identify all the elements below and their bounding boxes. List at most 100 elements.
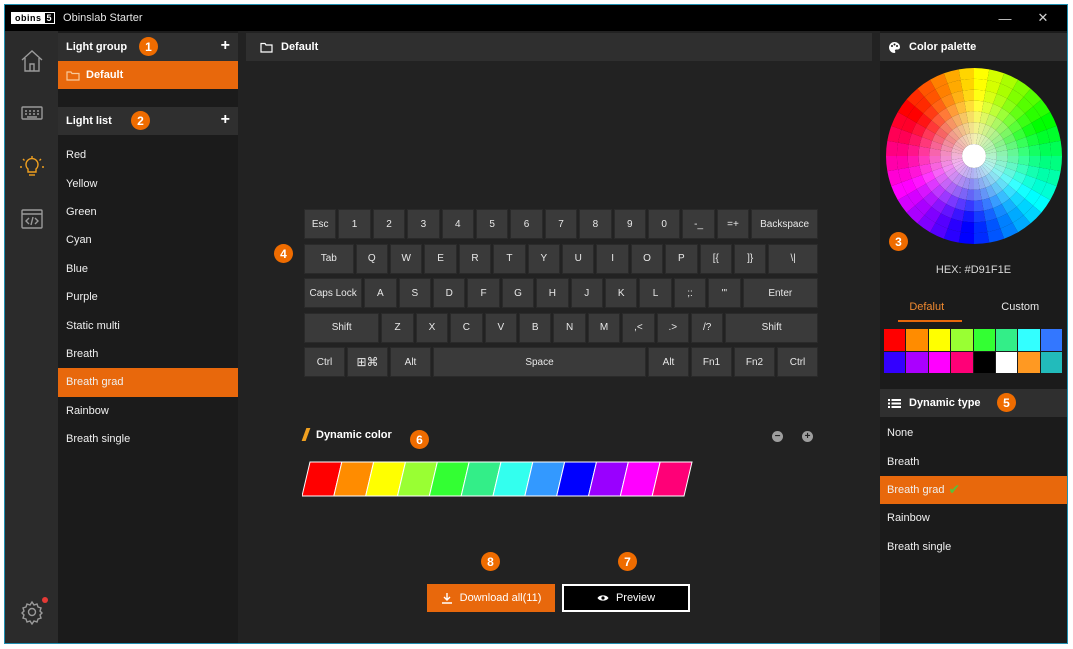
key[interactable]: N	[553, 312, 586, 343]
key[interactable]: 6	[510, 209, 543, 239]
key[interactable]: T	[493, 243, 526, 274]
key[interactable]: L	[639, 278, 672, 309]
key[interactable]: [{	[699, 243, 732, 274]
color-wheel-segment[interactable]	[974, 68, 990, 81]
color-wheel-segment[interactable]	[907, 156, 920, 168]
nav-lighting[interactable]	[5, 147, 58, 187]
key[interactable]: -_	[682, 209, 715, 239]
add-color-button[interactable]: +	[802, 431, 813, 442]
key[interactable]: Alt	[648, 347, 689, 378]
color-swatch[interactable]	[1018, 329, 1040, 351]
color-wheel-segment[interactable]	[958, 231, 974, 244]
key[interactable]: O	[630, 243, 664, 274]
key[interactable]: D	[433, 278, 466, 309]
color-wheel-segment[interactable]	[974, 89, 986, 102]
key[interactable]: \|	[768, 243, 818, 274]
key[interactable]: S	[398, 278, 431, 309]
remove-color-button[interactable]: −	[772, 431, 783, 442]
tab-custom[interactable]: Custom	[974, 292, 1068, 322]
key[interactable]: V	[484, 312, 517, 343]
color-wheel-segment[interactable]	[1028, 156, 1041, 168]
light-list-item[interactable]: Static multi	[58, 311, 238, 339]
key[interactable]: W	[390, 243, 423, 274]
color-swatch[interactable]	[928, 351, 951, 373]
color-swatch[interactable]	[928, 329, 951, 351]
dynamic-type-item[interactable]: Breath single	[880, 533, 1067, 561]
key[interactable]: C	[450, 312, 483, 343]
key[interactable]: ]}	[734, 243, 767, 274]
key[interactable]: Y	[527, 243, 560, 274]
color-wheel-segment[interactable]	[960, 78, 974, 91]
light-list-item[interactable]: Blue	[58, 255, 238, 283]
key[interactable]: E	[424, 243, 457, 274]
color-wheel-segment[interactable]	[1049, 140, 1062, 156]
color-wheel-segment[interactable]	[974, 210, 986, 223]
color-swatch[interactable]	[951, 351, 973, 373]
color-wheel-segment[interactable]	[960, 221, 974, 234]
dynamic-type-item[interactable]: Rainbow	[880, 504, 1067, 532]
color-swatch[interactable]	[906, 329, 928, 351]
key[interactable]: Shift	[725, 312, 818, 343]
key[interactable]: 5	[476, 209, 509, 239]
key[interactable]: I	[596, 243, 629, 274]
dynamic-type-item[interactable]: Breath grad ✔	[880, 475, 1067, 505]
close-button[interactable]: ✕	[1025, 5, 1061, 31]
key[interactable]: 1	[338, 209, 371, 239]
light-list-item[interactable]: Breath single	[58, 425, 238, 453]
color-wheel-segment[interactable]	[974, 78, 988, 91]
color-wheel-segment[interactable]	[907, 144, 920, 156]
key[interactable]: Space	[433, 347, 646, 378]
light-list-item[interactable]: Cyan	[58, 226, 238, 254]
key[interactable]: ;:	[673, 278, 707, 309]
key[interactable]: 9	[613, 209, 646, 239]
color-swatch[interactable]	[1040, 329, 1062, 351]
key[interactable]: 0	[648, 209, 681, 239]
color-wheel-segment[interactable]	[974, 231, 990, 244]
light-list-item[interactable]: Breath	[58, 340, 238, 368]
color-swatch[interactable]	[973, 351, 995, 373]
key[interactable]: .>	[656, 312, 689, 343]
color-swatch[interactable]	[1040, 351, 1062, 373]
key[interactable]: G	[501, 278, 535, 309]
key[interactable]: Fn2	[734, 347, 775, 378]
color-swatch[interactable]	[951, 329, 973, 351]
color-wheel-segment[interactable]	[1049, 156, 1062, 172]
color-swatch[interactable]	[995, 329, 1018, 351]
light-list-item[interactable]: Breath grad	[58, 368, 238, 397]
color-wheel-selector[interactable]	[962, 144, 986, 168]
key[interactable]: R	[458, 243, 492, 274]
key[interactable]: J	[570, 278, 603, 309]
light-list-item[interactable]: Green	[58, 198, 238, 226]
key[interactable]: Ctrl	[304, 347, 345, 378]
key[interactable]: U	[562, 243, 595, 274]
nav-settings[interactable]	[5, 592, 58, 632]
light-list-item[interactable]: Yellow	[58, 169, 238, 197]
tab-default[interactable]: Defalut	[880, 292, 974, 322]
add-light-effect-button[interactable]: +	[221, 111, 230, 129]
color-wheel-segment[interactable]	[974, 221, 988, 234]
color-swatch[interactable]	[884, 351, 906, 373]
key[interactable]: Z	[381, 312, 414, 343]
color-wheel-segment[interactable]	[896, 156, 909, 170]
key[interactable]: Enter	[742, 278, 818, 309]
key[interactable]: Q	[355, 243, 388, 274]
key[interactable]: H	[536, 278, 569, 309]
color-wheel-segment[interactable]	[896, 142, 909, 156]
key[interactable]: =+	[716, 209, 750, 239]
color-wheel-segment[interactable]	[1028, 144, 1041, 156]
light-list-item[interactable]: Red	[58, 141, 238, 169]
color-wheel-segment[interactable]	[962, 89, 974, 102]
key[interactable]: Fn1	[691, 347, 732, 378]
key[interactable]: Shift	[304, 312, 380, 343]
key[interactable]: '"	[708, 278, 741, 309]
key[interactable]: /?	[691, 312, 724, 343]
key[interactable]: ,<	[622, 312, 655, 343]
color-swatch[interactable]	[973, 329, 995, 351]
key[interactable]: 2	[372, 209, 406, 239]
key[interactable]: Tab	[304, 243, 354, 274]
key[interactable]: Ctrl	[777, 347, 818, 378]
key[interactable]: 3	[407, 209, 440, 239]
light-list-item[interactable]: Purple	[58, 283, 238, 311]
nav-home[interactable]	[5, 41, 58, 81]
key[interactable]: M	[587, 312, 621, 343]
